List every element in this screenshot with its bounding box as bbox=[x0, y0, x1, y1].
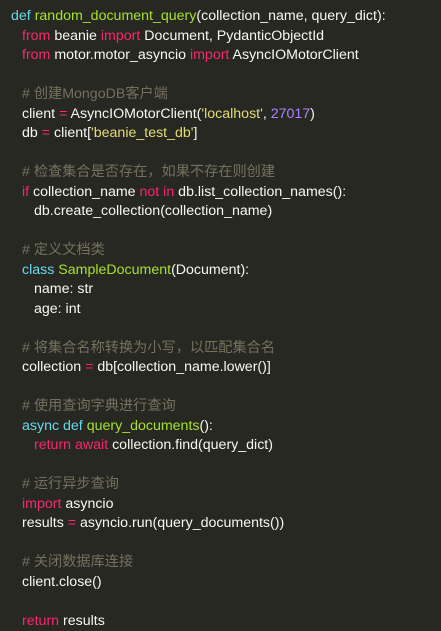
code-line: db.create_collection(collection_name) bbox=[0, 202, 441, 222]
code-token: def bbox=[11, 8, 31, 24]
code-token: , bbox=[263, 106, 271, 122]
code-token: beanie bbox=[50, 28, 101, 44]
code-token: AsyncIOMotorClient bbox=[229, 47, 358, 63]
code-token: await bbox=[75, 437, 108, 453]
code-token: random_document_query bbox=[35, 8, 197, 24]
code-token: collection bbox=[22, 359, 85, 375]
code-comment: # 关闭数据库连接 bbox=[22, 554, 133, 570]
code-token: class bbox=[22, 262, 54, 278]
code-token: db bbox=[22, 125, 42, 141]
code-token: import bbox=[22, 496, 61, 512]
code-comment: # 运行异步查询 bbox=[22, 476, 119, 492]
code-token: from bbox=[22, 47, 50, 63]
code-line: return results bbox=[0, 612, 441, 631]
code-line: class SampleDocument(Document): bbox=[0, 261, 441, 281]
code-token: import bbox=[190, 47, 229, 63]
code-line: async def query_documents(): bbox=[0, 417, 441, 437]
code-token: return bbox=[34, 437, 71, 453]
code-line: if collection_name not in db.list_collec… bbox=[0, 183, 441, 203]
code-line: # 使用查询字典进行查询 bbox=[0, 397, 441, 417]
code-line: # 运行异步查询 bbox=[0, 475, 441, 495]
code-token: client bbox=[22, 106, 59, 122]
code-line: # 检查集合是否存在，如果不存在则创建 bbox=[0, 163, 441, 183]
code-comment: # 使用查询字典进行查询 bbox=[22, 398, 176, 414]
code-line: # 创建MongoDB客户端 bbox=[0, 85, 441, 105]
code-line bbox=[0, 534, 441, 554]
code-line: # 将集合名称转换为小写，以匹配集合名 bbox=[0, 339, 441, 359]
code-token: AsyncIOMotorClient( bbox=[67, 106, 201, 122]
code-line: collection = db[collection_name.lower()] bbox=[0, 358, 441, 378]
code-token: = bbox=[68, 515, 76, 531]
code-line bbox=[0, 592, 441, 612]
code-comment: # 定义文档类 bbox=[22, 242, 105, 258]
code-line bbox=[0, 456, 441, 476]
code-line: client.close() bbox=[0, 573, 441, 593]
code-token: name: str bbox=[34, 281, 93, 297]
code-line: from motor.motor_asyncio import AsyncIOM… bbox=[0, 46, 441, 66]
code-token: motor.motor_asyncio bbox=[50, 47, 190, 63]
code-comment: # 创建MongoDB客户端 bbox=[22, 86, 168, 102]
code-line: return await collection.find(query_dict) bbox=[0, 436, 441, 456]
code-token: collection.find(query_dict) bbox=[108, 437, 273, 453]
code-token: age: int bbox=[34, 301, 81, 317]
code-line: name: str bbox=[0, 280, 441, 300]
code-token: def bbox=[63, 418, 83, 434]
code-token: ] bbox=[194, 125, 198, 141]
code-token: return bbox=[22, 613, 59, 629]
code-line: db = client['beanie_test_db'] bbox=[0, 124, 441, 144]
code-token: import bbox=[101, 28, 140, 44]
code-line: results = asyncio.run(query_documents()) bbox=[0, 514, 441, 534]
code-token: = bbox=[42, 125, 50, 141]
code-line: client = AsyncIOMotorClient('localhost',… bbox=[0, 105, 441, 125]
code-token: asyncio.run(query_documents()) bbox=[76, 515, 284, 531]
code-token: 'localhost' bbox=[201, 106, 262, 122]
code-token: collection_name bbox=[29, 184, 139, 200]
code-editor[interactable]: def random_document_query(collection_nam… bbox=[0, 0, 441, 532]
code-token: not in bbox=[140, 184, 175, 200]
code-token: async bbox=[22, 418, 59, 434]
code-token: query_documents bbox=[87, 418, 200, 434]
code-line bbox=[0, 144, 441, 164]
code-token: (Document): bbox=[171, 262, 249, 278]
code-comment: # 将集合名称转换为小写，以匹配集合名 bbox=[22, 340, 275, 356]
code-line bbox=[0, 66, 441, 86]
code-token: (): bbox=[199, 418, 212, 434]
code-token: 'beanie_test_db' bbox=[91, 125, 193, 141]
code-line: def random_document_query(collection_nam… bbox=[0, 7, 441, 27]
code-token: Document, PydanticObjectId bbox=[140, 28, 324, 44]
code-token: db.list_collection_names(): bbox=[174, 184, 346, 200]
code-line: # 关闭数据库连接 bbox=[0, 553, 441, 573]
code-line: # 定义文档类 bbox=[0, 241, 441, 261]
code-line bbox=[0, 319, 441, 339]
code-token: db[collection_name.lower()] bbox=[93, 359, 270, 375]
code-token: asyncio bbox=[61, 496, 113, 512]
code-token: client.close() bbox=[22, 574, 102, 590]
code-token: db.create_collection(collection_name) bbox=[34, 203, 272, 219]
code-token: 27017 bbox=[271, 106, 310, 122]
code-line: age: int bbox=[0, 300, 441, 320]
code-line bbox=[0, 222, 441, 242]
code-token: (collection_name, query_dict): bbox=[196, 8, 385, 24]
code-line bbox=[0, 378, 441, 398]
code-token: from bbox=[22, 28, 50, 44]
code-token: client[ bbox=[50, 125, 91, 141]
code-comment: # 检查集合是否存在，如果不存在则创建 bbox=[22, 164, 275, 180]
code-line: import asyncio bbox=[0, 495, 441, 515]
code-token: SampleDocument bbox=[58, 262, 171, 278]
code-line: from beanie import Document, PydanticObj… bbox=[0, 27, 441, 47]
code-token: results bbox=[22, 515, 68, 531]
code-token: ) bbox=[310, 106, 315, 122]
code-token: results bbox=[59, 613, 105, 629]
